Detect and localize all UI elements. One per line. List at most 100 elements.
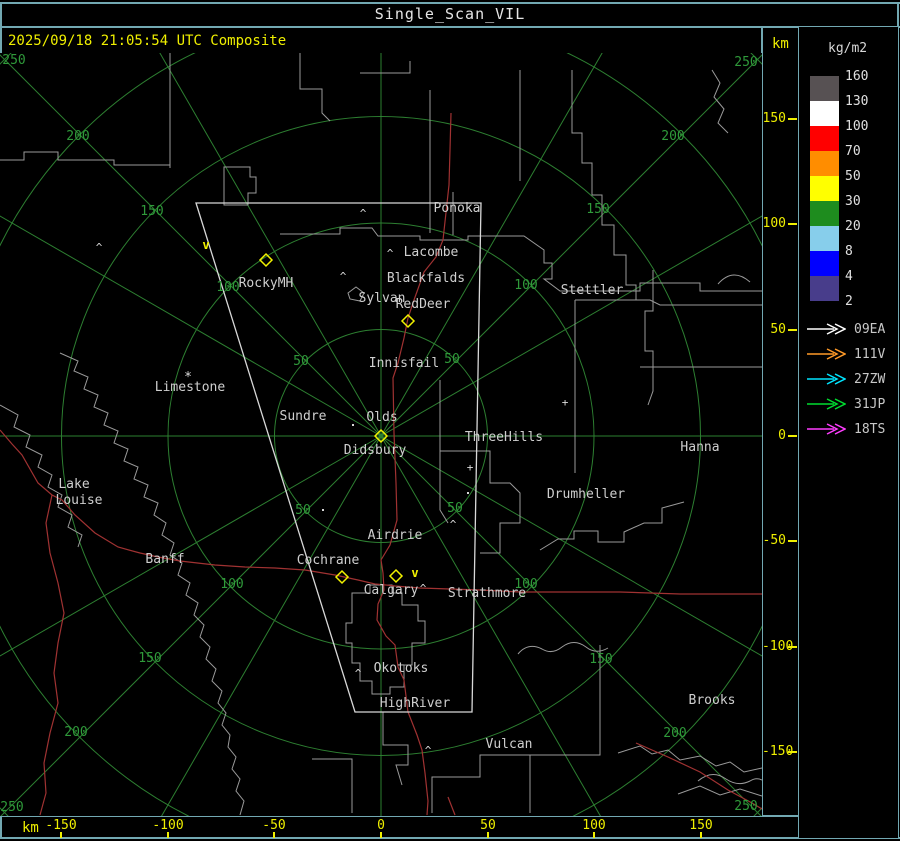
caret-marker: ^ xyxy=(425,744,432,757)
radar-id-label: 31JP xyxy=(854,396,886,412)
radar-app-window: { "window": { "title": "Single_Scan_VIL"… xyxy=(0,0,900,841)
x-axis-tick-mark xyxy=(593,832,595,838)
scale-color-swatch xyxy=(810,76,839,101)
city-label-louise: Louise xyxy=(56,493,103,508)
city-label-blackfalds: Blackfalds xyxy=(387,271,465,286)
range-ring-label: 150 xyxy=(138,651,161,666)
x-axis-tick-label: -150 xyxy=(45,818,77,833)
y-axis-tick-label: -50 xyxy=(762,533,786,548)
caret-marker: ^ xyxy=(420,582,427,595)
scale-value-label: 100 xyxy=(845,119,869,134)
x-axis-tick-mark xyxy=(700,832,702,838)
range-ring-label: 150 xyxy=(589,652,612,667)
y-axis-tick-label: 100 xyxy=(762,216,786,231)
radar-legend-row: 31JP xyxy=(806,396,898,412)
y-axis-tick-mark xyxy=(788,540,797,542)
y-axis-tick-mark xyxy=(788,223,797,225)
caret-marker: ^ xyxy=(340,270,347,283)
radar-map-svg: 50 5050 50100 100100 100150 150150 150200 20020… xyxy=(0,53,762,816)
x-axis-tick-mark xyxy=(60,832,62,838)
range-ring-label: 250 xyxy=(734,55,757,70)
city-label-okotoks: Okotoks xyxy=(374,661,429,676)
dot-marker xyxy=(322,509,324,511)
scale-color-swatch xyxy=(810,101,839,126)
scale-value-label: 70 xyxy=(845,144,861,159)
city-label-hanna: Hanna xyxy=(680,440,719,455)
azimuth-spoke xyxy=(159,53,382,437)
scale-value-label: 50 xyxy=(845,169,861,184)
y-axis-tick-mark xyxy=(788,751,797,753)
map-markers: vv^^^^^^^^*++ xyxy=(96,207,569,757)
radar-id-label: 111V xyxy=(854,346,886,362)
scale-value-label: 160 xyxy=(845,69,869,84)
range-ring-label: 250 xyxy=(2,53,25,68)
range-ring-label: 200 xyxy=(66,129,89,144)
y-axis-tick-label: 50 xyxy=(770,322,786,337)
city-label-rockymh: RockyMH xyxy=(239,276,294,291)
scale-color-swatch xyxy=(810,226,839,251)
city-label-strathmore: Strathmore xyxy=(448,586,526,601)
scale-color-swatch xyxy=(810,276,839,301)
radar-arrow-icon xyxy=(807,398,846,410)
range-ring-label: 50 xyxy=(444,352,460,367)
scale-value-label: 4 xyxy=(845,269,853,284)
asterisk-marker: * xyxy=(184,370,192,385)
city-label-banff: Banff xyxy=(145,552,184,567)
plus-marker: + xyxy=(467,461,474,474)
caret-marker: ^ xyxy=(450,518,457,531)
titlebar: Single_Scan_VIL xyxy=(0,5,900,26)
city-label-sundre: Sundre xyxy=(280,409,327,424)
range-ring-label: 250 xyxy=(0,800,23,815)
city-label-vulcan: Vulcan xyxy=(486,737,533,752)
azimuth-spoke xyxy=(380,435,762,657)
y-axis-tick-label: 0 xyxy=(778,428,786,443)
radar-id-label: 27ZW xyxy=(854,371,886,387)
scale-value-label: 130 xyxy=(845,94,869,109)
radar-map-canvas[interactable]: 50 50 50 50 100 100 100 100 150 150 150 150 200 200 20… xyxy=(0,53,762,816)
range-ring-label: 100 xyxy=(220,577,243,592)
city-label-lake: Lake xyxy=(58,477,89,492)
y-axis-tick-label: -150 xyxy=(762,744,794,759)
scale-color-swatch xyxy=(810,251,839,276)
range-ring-label: 150 xyxy=(586,202,609,217)
city-label-olds: Olds xyxy=(366,410,397,425)
caret-marker: ^ xyxy=(355,667,362,680)
radar-legend-row: 111V xyxy=(806,346,898,362)
x-axis-tick-label: 0 xyxy=(377,818,385,833)
y-axis-tick-mark xyxy=(788,435,797,437)
azimuth-spoke xyxy=(0,435,382,657)
scale-value-label: 30 xyxy=(845,194,861,209)
city-label-innisfail: Innisfail xyxy=(369,356,439,371)
range-ring-label: 200 xyxy=(64,725,87,740)
scale-color-swatch xyxy=(810,176,839,201)
x-axis-tick-label: 50 xyxy=(480,818,496,833)
window-title: Single_Scan_VIL xyxy=(374,5,526,23)
range-ring-label: 250 xyxy=(734,799,757,814)
check-marker: v xyxy=(411,566,418,580)
city-label-didsbury: Didsbury xyxy=(344,443,407,458)
caret-marker: ^ xyxy=(360,207,367,220)
x-axis-tick-mark xyxy=(167,832,169,838)
scan-timestamp: 2025/09/18 21:05:54 UTC Composite xyxy=(8,33,287,49)
y-axis-tick-label: -100 xyxy=(762,639,794,654)
range-ring-label: 200 xyxy=(661,129,684,144)
x-axis-tick-mark xyxy=(487,832,489,838)
y-axis: km 150 100 50 0 -50 -100 -150 xyxy=(762,27,798,816)
radar-arrow-icon xyxy=(807,323,846,335)
city-label-ponoka: Ponoka xyxy=(434,201,481,216)
scale-value-label: 20 xyxy=(845,219,861,234)
radar-arrow-icon xyxy=(807,348,846,360)
y-axis-tick-mark xyxy=(788,646,797,648)
city-label-reddeer: RedDeer xyxy=(396,297,451,312)
range-ring-label: 200 xyxy=(663,726,686,741)
y-axis-unit: km xyxy=(772,36,789,52)
scale-unit-label: kg/m2 xyxy=(828,41,868,56)
radar-id-label: 09EA xyxy=(854,321,886,337)
x-axis-tick-mark xyxy=(380,832,382,838)
radar-legend-row: 18TS xyxy=(806,421,898,437)
x-axis-tick-mark xyxy=(273,832,275,838)
city-label-drumheller: Drumheller xyxy=(547,487,625,502)
x-axis-tick-label: 100 xyxy=(582,818,606,833)
x-axis: km -150 -100 -50 0 50 100 150 xyxy=(0,816,798,838)
radar-site-marker xyxy=(388,568,404,584)
